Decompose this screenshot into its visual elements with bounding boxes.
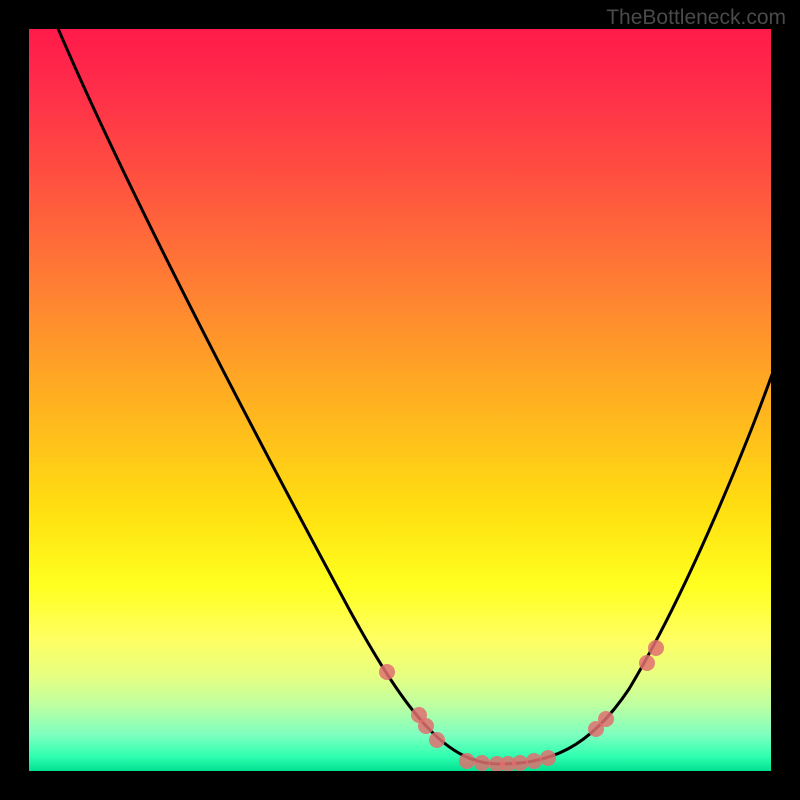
data-point xyxy=(512,755,528,771)
data-point xyxy=(474,755,490,771)
data-point xyxy=(429,732,445,748)
data-point xyxy=(648,640,664,656)
data-point xyxy=(540,750,556,766)
data-point xyxy=(459,753,475,769)
watermark-text: TheBottleneck.com xyxy=(606,6,786,30)
data-point xyxy=(379,664,395,680)
data-point xyxy=(526,753,542,769)
data-point xyxy=(418,718,434,734)
data-points-group xyxy=(379,640,664,771)
chart-svg xyxy=(29,29,771,771)
data-point xyxy=(639,655,655,671)
chart-plot-area xyxy=(29,29,771,771)
bottleneck-curve xyxy=(54,29,771,764)
data-point xyxy=(598,711,614,727)
